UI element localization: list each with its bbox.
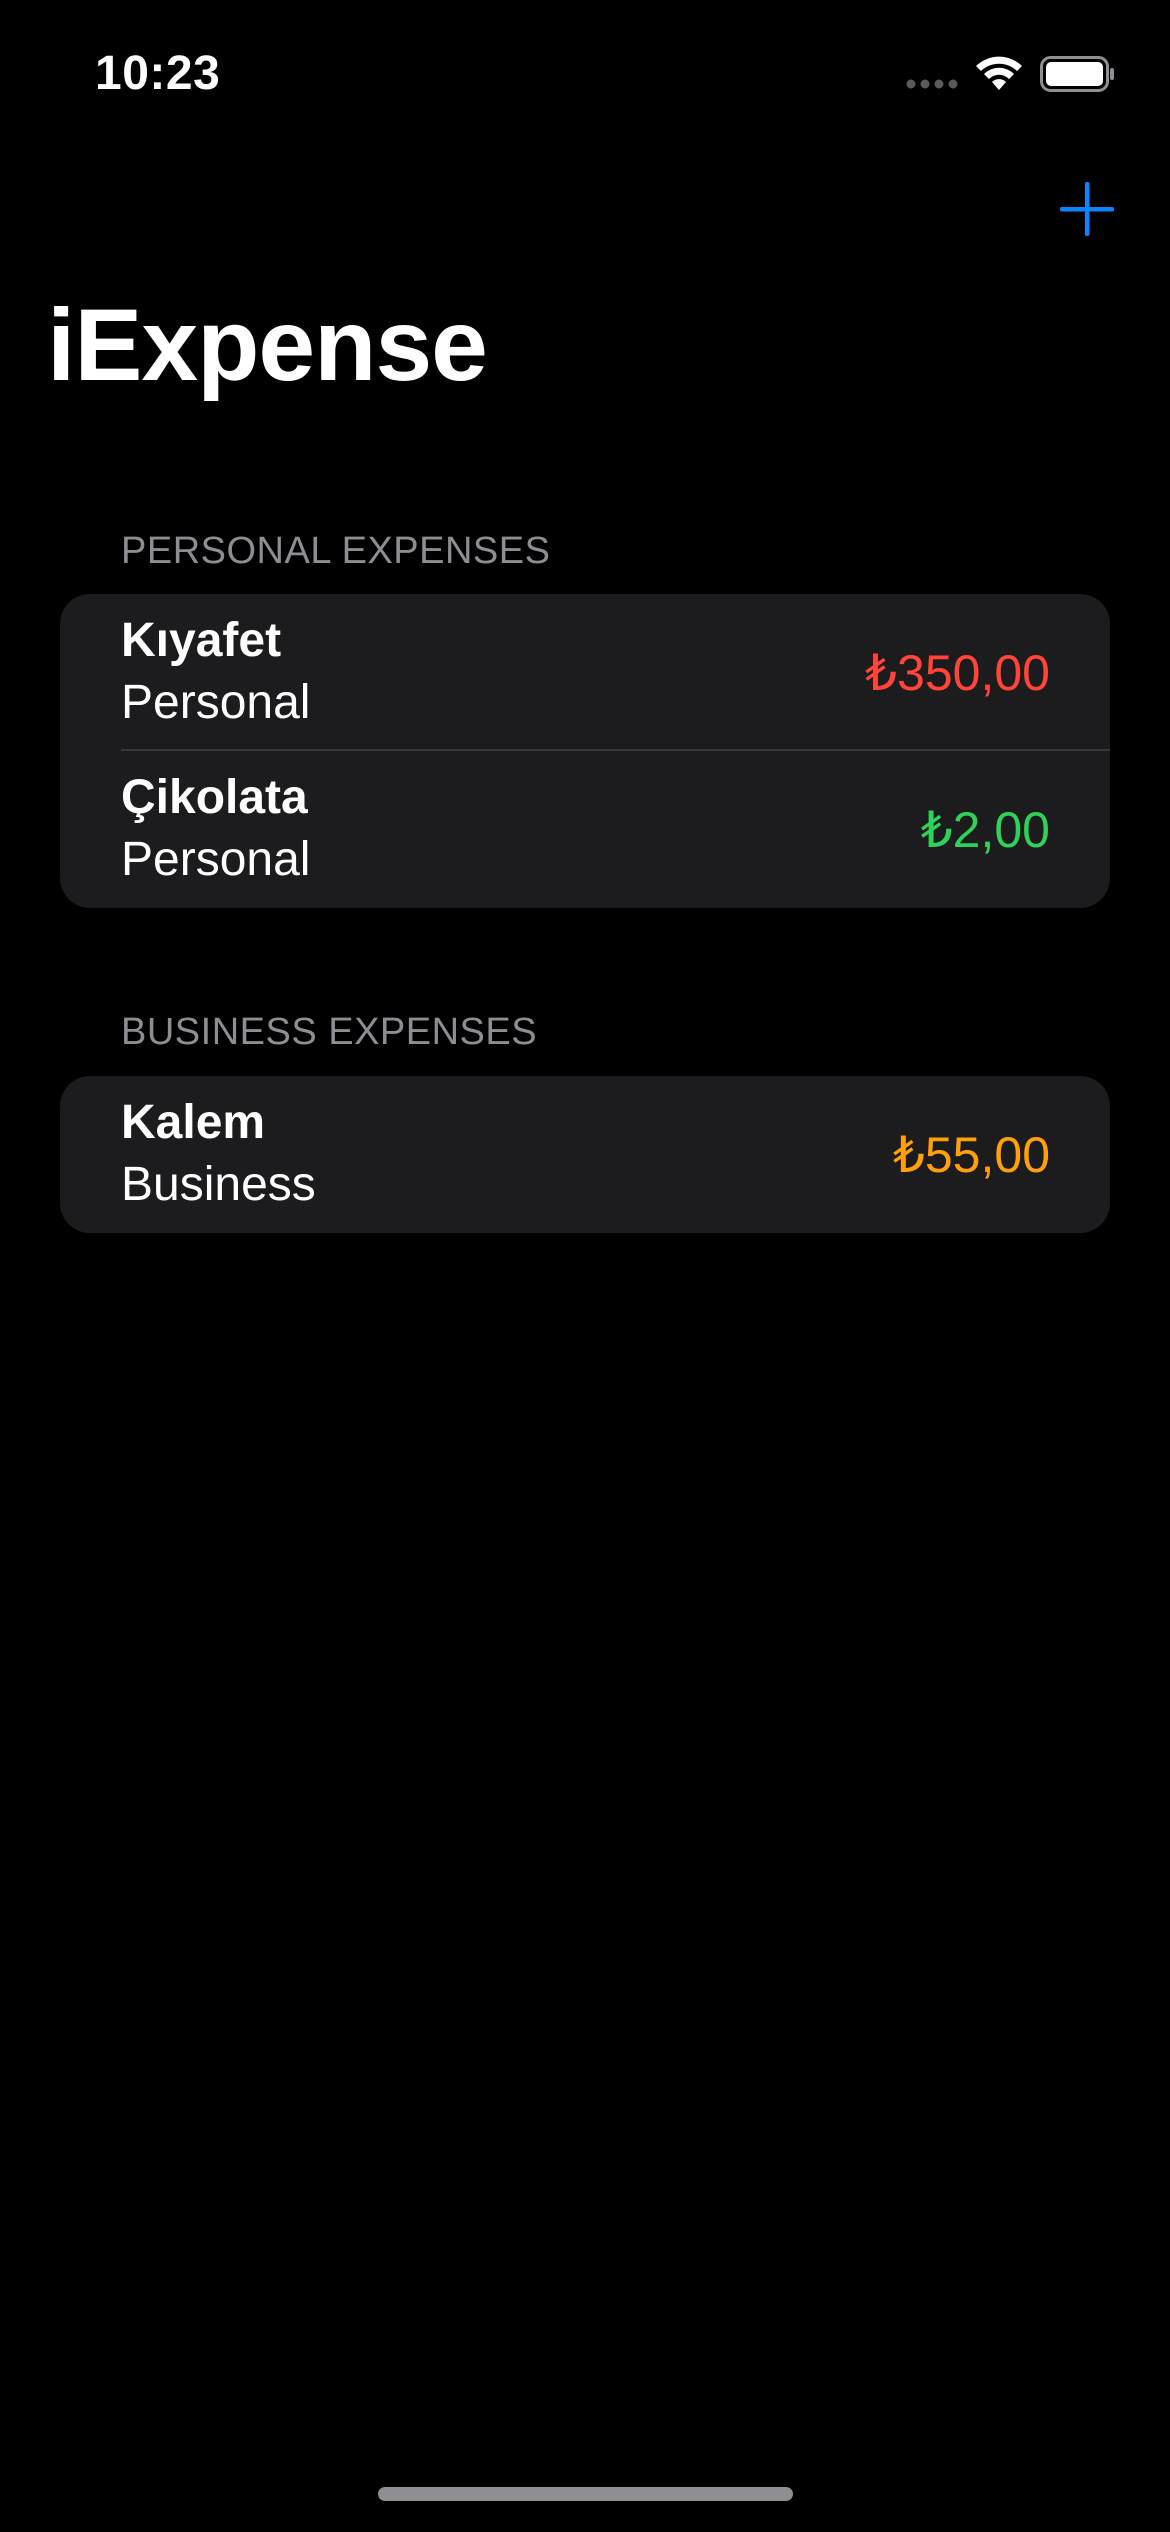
expense-amount: ₺350,00 <box>865 645 1050 701</box>
list-item[interactable]: Kıyafet Personal ₺350,00 <box>60 594 1110 751</box>
cellular-signal-icon <box>906 79 958 89</box>
page-title: iExpense <box>47 288 488 402</box>
section-header-personal: PERSONAL EXPENSES <box>121 530 551 572</box>
wifi-icon <box>976 56 1022 90</box>
list-item[interactable]: Çikolata Personal ₺2,00 <box>60 751 1110 908</box>
list-item[interactable]: Kalem Business ₺55,00 <box>60 1076 1110 1233</box>
section-header-business: BUSINESS EXPENSES <box>121 1011 538 1053</box>
business-expenses-list: Kalem Business ₺55,00 <box>60 1076 1110 1233</box>
expense-amount: ₺2,00 <box>920 802 1050 858</box>
personal-expenses-list: Kıyafet Personal ₺350,00 Çikolata Person… <box>60 594 1110 908</box>
expense-type: Personal <box>121 676 311 729</box>
expense-name: Kıyafet <box>121 614 282 667</box>
expense-type: Personal <box>121 833 311 886</box>
plus-icon <box>1060 182 1114 236</box>
expense-type: Business <box>121 1158 316 1211</box>
expense-name: Çikolata <box>121 771 308 824</box>
battery-icon <box>1040 56 1114 92</box>
status-bar: 10:23 <box>0 0 1170 150</box>
home-indicator[interactable] <box>378 2487 793 2501</box>
status-time: 10:23 <box>95 47 221 100</box>
add-expense-button[interactable] <box>1056 178 1118 240</box>
expense-amount: ₺55,00 <box>893 1127 1050 1183</box>
expense-name: Kalem <box>121 1096 266 1149</box>
